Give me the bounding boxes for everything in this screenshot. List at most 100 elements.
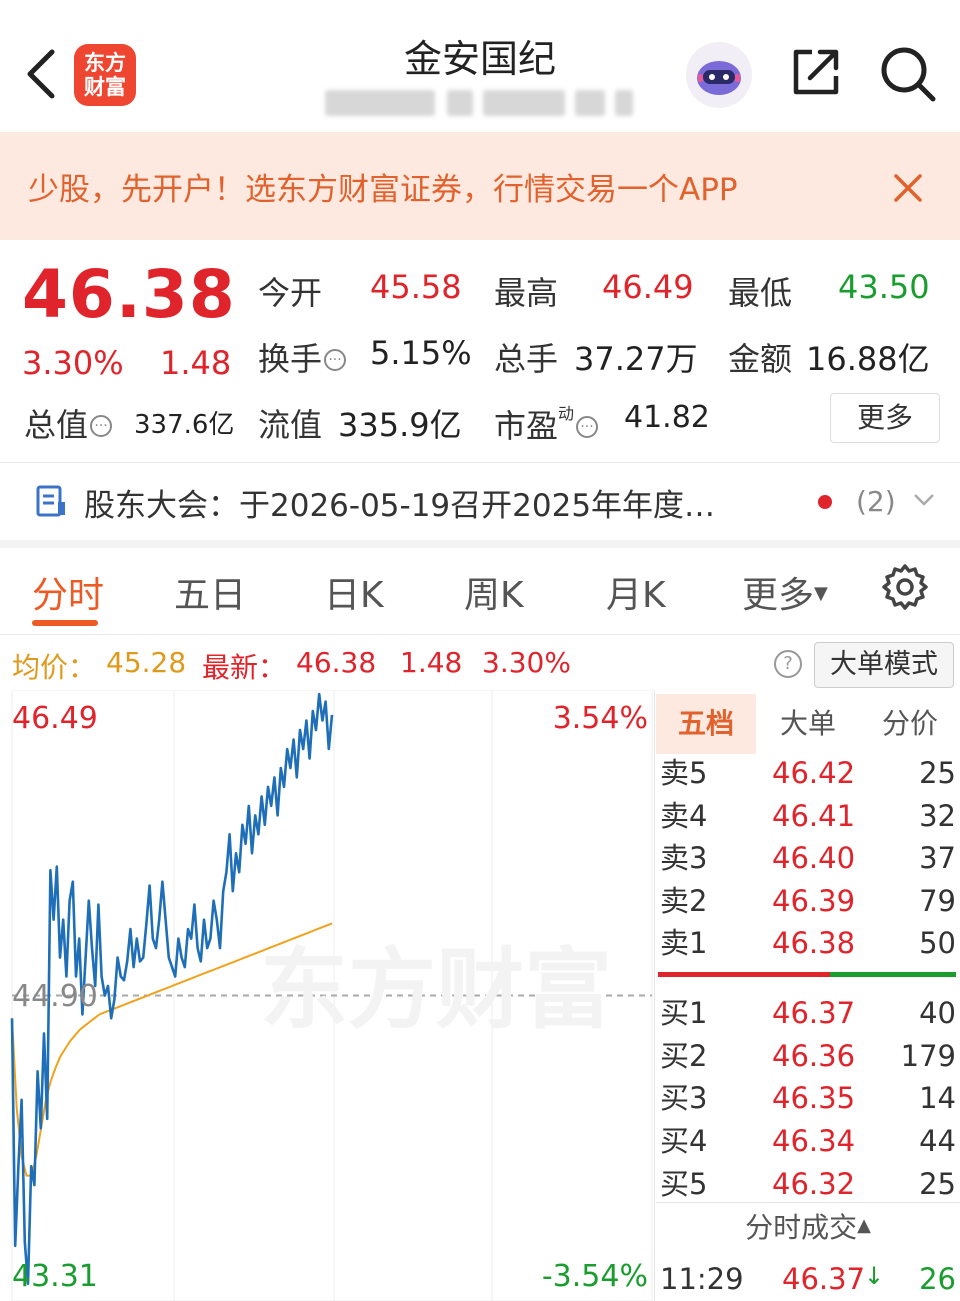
avg-price-value: 45.28 [106, 646, 187, 679]
trade-volume: 26 [919, 1262, 956, 1296]
ask-row-label: 卖1 [660, 926, 708, 960]
down-arrow-icon: ↓ [864, 1262, 885, 1290]
notice-document-icon [36, 485, 65, 517]
search-icon[interactable] [878, 44, 938, 104]
close-icon[interactable] [888, 168, 928, 208]
promo-banner-text[interactable]: 少股，先开户！选东方财富证券，行情交易一个APP [28, 170, 850, 210]
ask-row-vol: 32 [919, 799, 956, 833]
pe-label[interactable]: 市盈动··· [494, 400, 599, 447]
pe-dynamic-sup: 动 [558, 404, 575, 423]
active-tab-underline [32, 620, 98, 626]
caret-up-icon: ▲ [857, 1215, 871, 1236]
tab-more[interactable]: 更多▼ [742, 566, 828, 618]
current-price: 46.38 [22, 256, 236, 333]
ask-row-vol: 37 [919, 841, 956, 875]
trades-header[interactable]: 分时成交▲ [656, 1206, 960, 1246]
info-dots-icon[interactable]: ··· [324, 349, 347, 371]
shareholder-meeting-notice[interactable]: 股东大会：于2026-05-19召开2025年年度… [84, 480, 715, 525]
tab-more-label: 更多 [742, 575, 815, 616]
volume-value: 37.27万 [574, 340, 698, 378]
pct-min-label: -3.54% [542, 1259, 648, 1294]
float-value: 335.9亿 [338, 406, 462, 444]
change-percent: 3.30% [22, 344, 124, 382]
high-value: 46.49 [602, 268, 694, 306]
ask-row-vol: 79 [919, 884, 956, 918]
more-quote-button[interactable]: 更多 [830, 393, 940, 443]
tab-five-levels[interactable]: 五档 [656, 694, 756, 754]
latest-change-pct: 3.30% [482, 646, 571, 679]
bid-row[interactable]: 买2 46.36 179 [660, 1035, 956, 1077]
info-dots-icon[interactable]: ··· [576, 416, 599, 438]
stock-name-title: 金安国纪 [403, 37, 556, 81]
ask-row[interactable]: 卖5 46.42 25 [660, 752, 956, 794]
amount-value: 16.88亿 [806, 340, 930, 378]
y-min-label: 43.31 [12, 1259, 98, 1294]
turnover-label[interactable]: 换手 ··· [258, 334, 347, 380]
tab-five-day[interactable]: 五日 [174, 566, 246, 618]
share-icon[interactable] [788, 44, 844, 100]
tab-big-orders[interactable]: 大单 [760, 694, 856, 754]
latest-price-label: 最新： [202, 651, 287, 684]
back-arrow-icon[interactable] [22, 44, 62, 104]
ask-row-label: 卖2 [660, 884, 708, 918]
amount-label: 金额 [728, 340, 793, 378]
bid-row-price: 46.32 [772, 1167, 856, 1201]
bid-row-vol: 179 [900, 1039, 956, 1073]
open-value: 45.58 [370, 268, 462, 306]
ask-row-price: 46.41 [772, 799, 856, 833]
help-question-icon[interactable]: ? [774, 650, 802, 678]
ask-row[interactable]: 卖1 46.38 50 [660, 922, 956, 964]
section-divider [0, 540, 960, 548]
tab-monthly-k[interactable]: 月K [606, 566, 666, 618]
bid-row[interactable]: 买5 46.32 25 [660, 1163, 956, 1205]
info-dots-icon[interactable]: ··· [90, 415, 113, 437]
unread-dot [818, 495, 832, 509]
sell-strength-bar [830, 972, 956, 977]
vertical-divider [654, 690, 655, 1301]
bid-row-vol: 40 [919, 996, 956, 1030]
bid-row-label: 买2 [660, 1039, 708, 1073]
change-amount: 1.48 [160, 344, 232, 382]
ask-row[interactable]: 卖3 46.40 37 [660, 837, 956, 879]
pe-label-text: 市盈 [494, 407, 559, 445]
bid-row[interactable]: 买4 46.34 44 [660, 1120, 956, 1162]
ask-row-price: 46.40 [772, 841, 856, 875]
turnover-value: 5.15% [370, 334, 472, 372]
bid-row[interactable]: 买1 46.37 40 [660, 992, 956, 1034]
ask-row-label: 卖4 [660, 799, 708, 833]
tab-weekly-k[interactable]: 周K [464, 566, 524, 618]
caret-down-icon: ▼ [814, 583, 828, 604]
ask-row[interactable]: 卖2 46.39 79 [660, 880, 956, 922]
settings-gear-icon[interactable] [880, 562, 930, 612]
buy-strength-bar [658, 972, 830, 977]
latest-price-value: 46.38 [296, 646, 377, 679]
prev-close-label: 44.90 [12, 979, 98, 1014]
ask-row-price: 46.42 [772, 756, 856, 790]
tab-price-dist[interactable]: 分价 [860, 694, 960, 754]
ai-assistant-robot-icon[interactable] [686, 42, 752, 108]
intraday-chart[interactable]: 东方财富 46.49 3.54% 44.90 43.31 -3.54% [0, 690, 654, 1301]
bid-row-price: 46.35 [772, 1081, 856, 1115]
tab-intraday[interactable]: 分时 [32, 566, 104, 618]
ask-row[interactable]: 卖4 46.41 32 [660, 795, 956, 837]
high-label: 最高 [494, 274, 559, 312]
logo-text-line2: 财富 [84, 75, 126, 99]
open-label: 今开 [258, 274, 323, 312]
y-max-label: 46.49 [12, 701, 98, 736]
bid-row-vol: 44 [919, 1124, 956, 1158]
chevron-down-icon[interactable] [912, 490, 936, 510]
ask-row-price: 46.38 [772, 926, 856, 960]
big-order-mode-button[interactable]: 大单模式 [814, 642, 954, 688]
app-logo-icon: 东方 财富 [74, 44, 136, 106]
low-value: 43.50 [838, 268, 930, 306]
volume-label: 总手 [494, 340, 559, 378]
avg-price-label: 均价： [12, 651, 97, 684]
notice-count: (2) [856, 485, 896, 518]
mktcap-label[interactable]: 总值 ··· [24, 400, 113, 446]
bid-row-price: 46.36 [772, 1039, 856, 1073]
tab-daily-k[interactable]: 日K [324, 566, 384, 618]
divider [656, 1202, 960, 1203]
latest-change: 1.48 [400, 646, 463, 679]
bid-row[interactable]: 买3 46.35 14 [660, 1077, 956, 1119]
ask-row-vol: 25 [919, 756, 956, 790]
